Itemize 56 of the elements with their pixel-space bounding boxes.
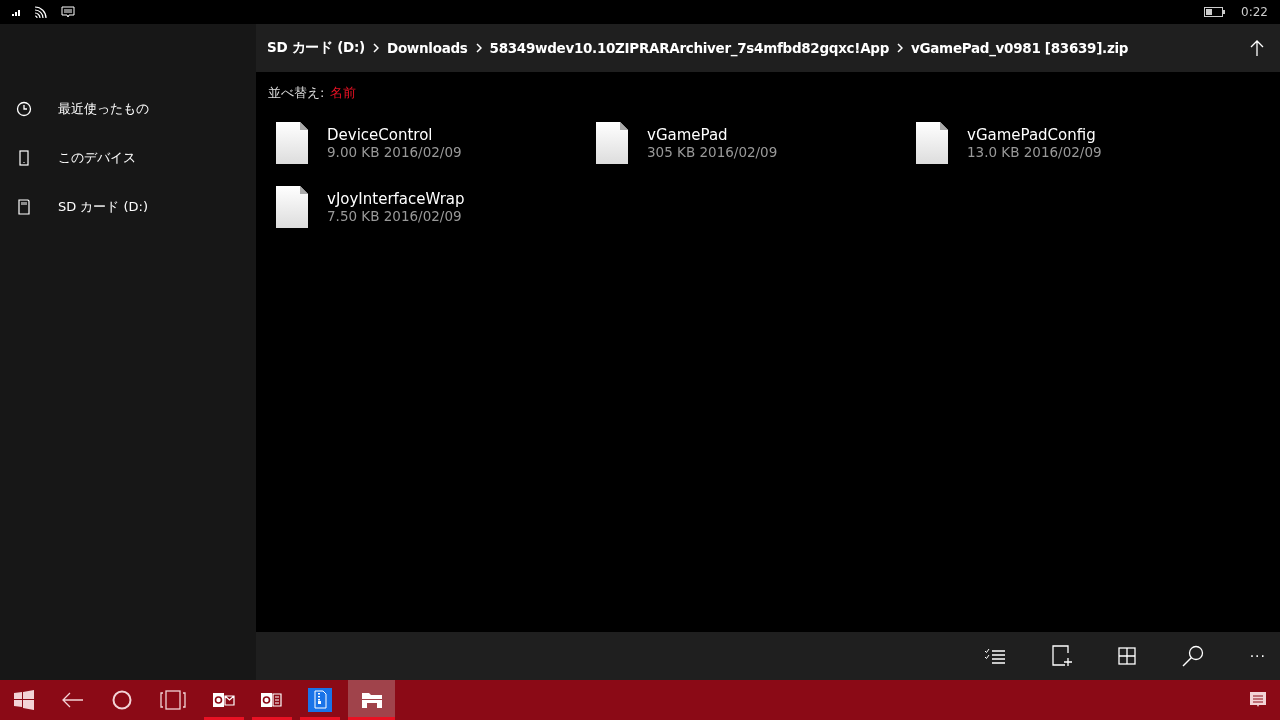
folder-app-icon [360,691,383,709]
office-app-icon [261,691,283,709]
search-icon[interactable] [1181,645,1204,667]
file-item[interactable]: vGamePad 305 KB 2016/02/09 [588,122,908,164]
chevron-right-icon [475,43,482,53]
file-name: vGamePadConfig [967,126,1097,144]
file-name: DeviceControl [327,126,434,144]
chevron-right-icon [373,43,379,53]
windows-logo-icon[interactable] [14,690,34,710]
file-size: 13.0 KB [967,144,1020,160]
file-item[interactable]: vGamePadConfig 13.0 KB 2016/02/09 [908,122,1228,164]
circle-icon[interactable] [112,690,132,710]
file-item[interactable]: DeviceControl 9.00 KB 2016/02/09 [268,122,588,164]
file-size: 7.50 KB [327,208,380,224]
sidebar-item[interactable]: このデバイス [0,133,256,182]
file-icon [276,122,308,164]
file-name: vGamePad [647,126,729,144]
breadcrumb-item[interactable]: Downloads [387,40,468,56]
clock-icon [16,100,32,117]
mail-app-icon [213,691,235,709]
file-date: 2016/02/09 [383,144,462,160]
breadcrumb-item[interactable]: 58349wdev10.10ZIPRARArchiver_7s4mfbd82gqxc!App [489,40,890,56]
breadcrumb-item[interactable]: vGamePad_v0981 [83639].zip [911,40,1129,56]
up-arrow-icon[interactable] [1250,40,1264,56]
file-name: vJoyInterfaceWrap [327,190,465,208]
zip-app-icon [308,688,332,712]
breadcrumb-item[interactable]: SD カード (D:) [267,39,365,57]
file-item[interactable]: vJoyInterfaceWrap 7.50 KB 2016/02/09 [268,186,588,228]
task-view-icon[interactable] [160,690,186,710]
file-icon [276,186,308,228]
file-size: 305 KB [647,144,696,160]
sidebar-item[interactable]: 最近使ったもの [0,84,256,133]
battery-icon [1204,7,1226,17]
chevron-right-icon [897,43,904,53]
more-button[interactable]: ··· [1249,648,1266,664]
back-arrow-icon[interactable] [62,692,84,708]
file-date: 2016/02/09 [1023,144,1102,160]
file-date: 2016/02/09 [383,208,462,224]
sort-value[interactable]: 名前 [330,84,357,102]
notification-icon[interactable] [1250,692,1266,708]
file-size: 9.00 KB [327,144,380,160]
clock-time: 0:22 [1241,5,1268,19]
message-icon [61,5,75,19]
file-icon [916,122,948,164]
taskbar-app[interactable] [348,680,395,720]
sd-card-icon [16,198,32,215]
sort-label: 並べ替え: [268,84,325,102]
file-date: 2016/02/09 [699,144,778,160]
file-icon [596,122,628,164]
grid-view-icon[interactable] [1117,647,1136,665]
wifi-icon [33,5,49,19]
signal-icon [12,8,21,16]
phone-icon [16,149,32,166]
checklist-icon[interactable] [983,648,1006,664]
new-file-icon[interactable] [1051,645,1072,667]
sidebar-item[interactable]: SD カード (D:) [0,182,256,231]
